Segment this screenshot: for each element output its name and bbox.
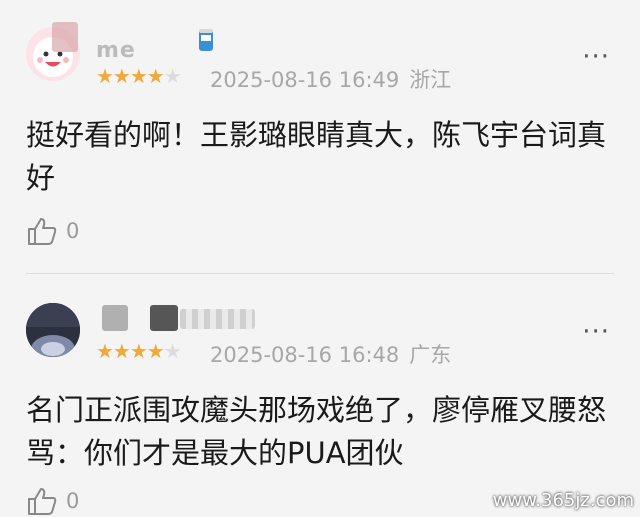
comment-text: 名门正派围攻魔头那场戏绝了，廖停雁叉腰怒骂：你们才是最大的PUA团伙: [26, 393, 607, 470]
more-icon[interactable]: ···: [582, 44, 610, 70]
username-blur: [180, 309, 255, 329]
comment-divider: [26, 273, 614, 274]
comment-date: 2025-08-16 16:49: [210, 68, 400, 92]
user-badge-blur: [150, 305, 178, 331]
like-count: 0: [66, 219, 80, 243]
thumbs-up-icon: [28, 218, 57, 245]
username[interactable]: me: [96, 38, 136, 63]
comment-meta: 2025-08-16 16:48 广东: [210, 339, 451, 369]
comment-location: 浙江: [409, 68, 452, 92]
avatar-badge-blur: [52, 22, 78, 52]
stars-filled: ★★★★: [96, 339, 165, 363]
comment-meta: 2025-08-16 16:49 浙江: [210, 64, 451, 94]
user-badge-icon: [198, 27, 214, 57]
like-button[interactable]: 0: [26, 485, 79, 517]
comment-location: 广东: [409, 343, 452, 367]
like-count: 0: [66, 489, 80, 513]
avatar-photo-icon: [26, 303, 80, 357]
stars-empty: ★: [163, 339, 182, 363]
watermark: www.365jz.com: [492, 490, 634, 511]
like-button[interactable]: 0: [26, 215, 79, 247]
username-blur: [102, 305, 128, 331]
user-avatar[interactable]: [26, 303, 80, 357]
thumbs-up-icon: [28, 488, 57, 515]
star-rating: ★★★★★: [96, 339, 182, 363]
comment-text: 挺好看的啊！王影璐眼睛真大，陈飞宇台词真好: [26, 118, 607, 195]
comment-date: 2025-08-16 16:48: [210, 343, 400, 367]
comment-item: me ★★★★★ 2025-08-16 16:49 浙江 ··· 挺好看的啊！王影…: [0, 0, 640, 272]
comment-item: ★★★★★ 2025-08-16 16:48 广东 ··· 名门正派围攻魔头那场戏…: [0, 275, 640, 515]
more-icon[interactable]: ···: [582, 319, 610, 345]
stars-empty: ★: [163, 64, 182, 88]
star-rating: ★★★★★: [96, 64, 182, 88]
stars-filled: ★★★★: [96, 64, 165, 88]
